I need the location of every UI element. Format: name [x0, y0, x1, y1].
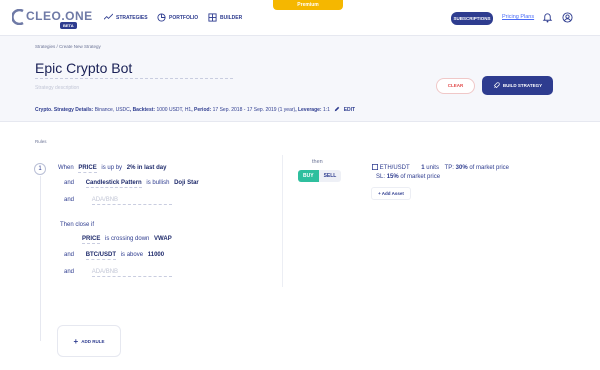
builder-icon	[208, 13, 217, 22]
buy-toggle[interactable]: BUY	[298, 170, 319, 182]
units-label: units	[426, 165, 439, 171]
close-1-operator[interactable]: is crossing down	[105, 236, 149, 242]
leverage-value: 1:1	[322, 107, 330, 113]
build-strategy-label: BUILD STRATEGY	[502, 83, 543, 88]
add-asset-button[interactable]: + Add Asset	[371, 187, 411, 200]
and-label: and	[64, 197, 75, 203]
sl-row: SL: 15% of market price	[376, 174, 440, 180]
and-label: and	[64, 180, 75, 186]
condition-2-value[interactable]: Doji Star	[174, 180, 199, 186]
sl-value[interactable]: 15%	[387, 174, 399, 180]
rules-timeline	[40, 176, 41, 341]
strategy-description-input[interactable]: Strategy description	[35, 85, 79, 91]
tp-value[interactable]: 30%	[456, 165, 468, 171]
condition-1-field[interactable]: PRICE	[78, 165, 97, 173]
condition-2-field[interactable]: Candlestick Pattern	[85, 180, 142, 188]
subscriptions-button[interactable]: SUBSCRIPTIONS	[451, 12, 493, 25]
strategy-title-input[interactable]: Epic Crypto Bot	[35, 60, 233, 79]
tp-suffix: of market price	[469, 165, 510, 171]
close-row-2: and BTC/USDT is above 11000	[64, 252, 167, 260]
sell-toggle[interactable]: SELL	[318, 170, 342, 182]
strategy-info-line: Crypto. Strategy Details: Binance, USDC,…	[35, 106, 356, 113]
nav-builder[interactable]: BUILDER	[208, 13, 242, 22]
condition-1-operator[interactable]: is up by	[101, 165, 122, 171]
close-2-value[interactable]: 11000	[148, 252, 164, 258]
add-rule-button[interactable]: + ADD RULE	[57, 325, 121, 357]
close-2-field[interactable]: BTC/USDT	[85, 252, 117, 260]
close-1-field[interactable]: PRICE	[82, 236, 101, 244]
pricing-plans-link[interactable]: Pricing Plans	[502, 14, 534, 20]
nav-builder-label: BUILDER	[220, 14, 243, 21]
backtest-label: Backtest:	[132, 107, 156, 113]
asset-icon	[372, 164, 378, 170]
pencil-icon[interactable]	[334, 106, 340, 112]
condition-1-value[interactable]: 2% in last day	[127, 165, 167, 171]
add-rule-label: ADD RULE	[81, 338, 105, 344]
then-label: then	[312, 159, 323, 165]
period-label: Period:	[194, 107, 212, 113]
sl-suffix: of market price	[400, 174, 441, 180]
clear-button[interactable]: CLEAR	[436, 78, 475, 94]
plus-icon: +	[73, 336, 79, 346]
nav-strategies-label: STRATEGIES	[116, 14, 148, 21]
breadcrumb[interactable]: Strategies / Create New Strategy	[35, 44, 101, 49]
details-label: Strategy Details:	[53, 107, 94, 113]
nav-strategies[interactable]: STRATEGIES	[104, 13, 148, 22]
buy-sell-toggle: BUY SELL	[298, 170, 342, 182]
condition-row-2: and Candlestick Pattern is bullish Doji …	[64, 180, 202, 188]
logo-text: CLEO.ONE	[26, 9, 93, 23]
rules-label: Rules	[35, 139, 47, 144]
condition-row-add: and ADA/BNB	[64, 197, 175, 205]
build-strategy-button[interactable]: BUILD STRATEGY	[482, 76, 553, 95]
chart-line-icon	[104, 13, 113, 20]
backtest-value: 1000 USDT, H1	[156, 107, 192, 113]
edit-link[interactable]: EDIT	[344, 107, 355, 113]
close-row-1: PRICE is crossing down VWAP	[82, 236, 175, 244]
when-label: When	[58, 165, 74, 171]
nav-portfolio-label: PORTFOLIO	[169, 14, 199, 21]
sl-label: SL:	[376, 174, 386, 180]
close-1-value[interactable]: VWAP	[154, 236, 172, 242]
rocket-icon	[493, 82, 500, 89]
add-close-condition-input[interactable]: ADA/BNB	[91, 269, 172, 277]
user-icon[interactable]	[562, 12, 573, 23]
condition-2-operator[interactable]: is bullish	[146, 180, 169, 186]
premium-tab[interactable]: Premium	[273, 0, 343, 10]
info-kind: Crypto	[35, 107, 52, 113]
condition-row-1: When PRICE is up by 2% in last day	[58, 165, 169, 173]
asset-pair[interactable]: ETH/USDT	[380, 165, 410, 171]
period-value: 17 Sep. 2018 - 17 Sep. 2019 (1 year)	[212, 107, 296, 113]
rule-number: 1	[34, 163, 46, 175]
beta-badge: BETA	[60, 22, 77, 29]
and-label: and	[64, 269, 75, 275]
rule-divider	[282, 155, 283, 287]
logo-icon	[12, 9, 24, 25]
leverage-label: Leverage:	[297, 107, 322, 113]
portfolio-icon	[157, 13, 166, 22]
and-label: and	[64, 252, 75, 258]
details-value: Binance, USDC	[94, 107, 130, 113]
then-close-label: Then close if	[60, 222, 95, 228]
asset-units[interactable]: 1	[421, 165, 424, 171]
tp-label: TP:	[444, 165, 454, 171]
add-condition-input[interactable]: ADA/BNB	[91, 197, 172, 205]
bell-icon[interactable]	[542, 12, 553, 23]
close-2-operator[interactable]: is above	[121, 252, 143, 258]
close-row-add: and ADA/BNB	[64, 269, 175, 277]
nav-portfolio[interactable]: PORTFOLIO	[157, 13, 198, 22]
asset-row: ETH/USDT 1 units TP: 30% of market price	[372, 164, 509, 171]
